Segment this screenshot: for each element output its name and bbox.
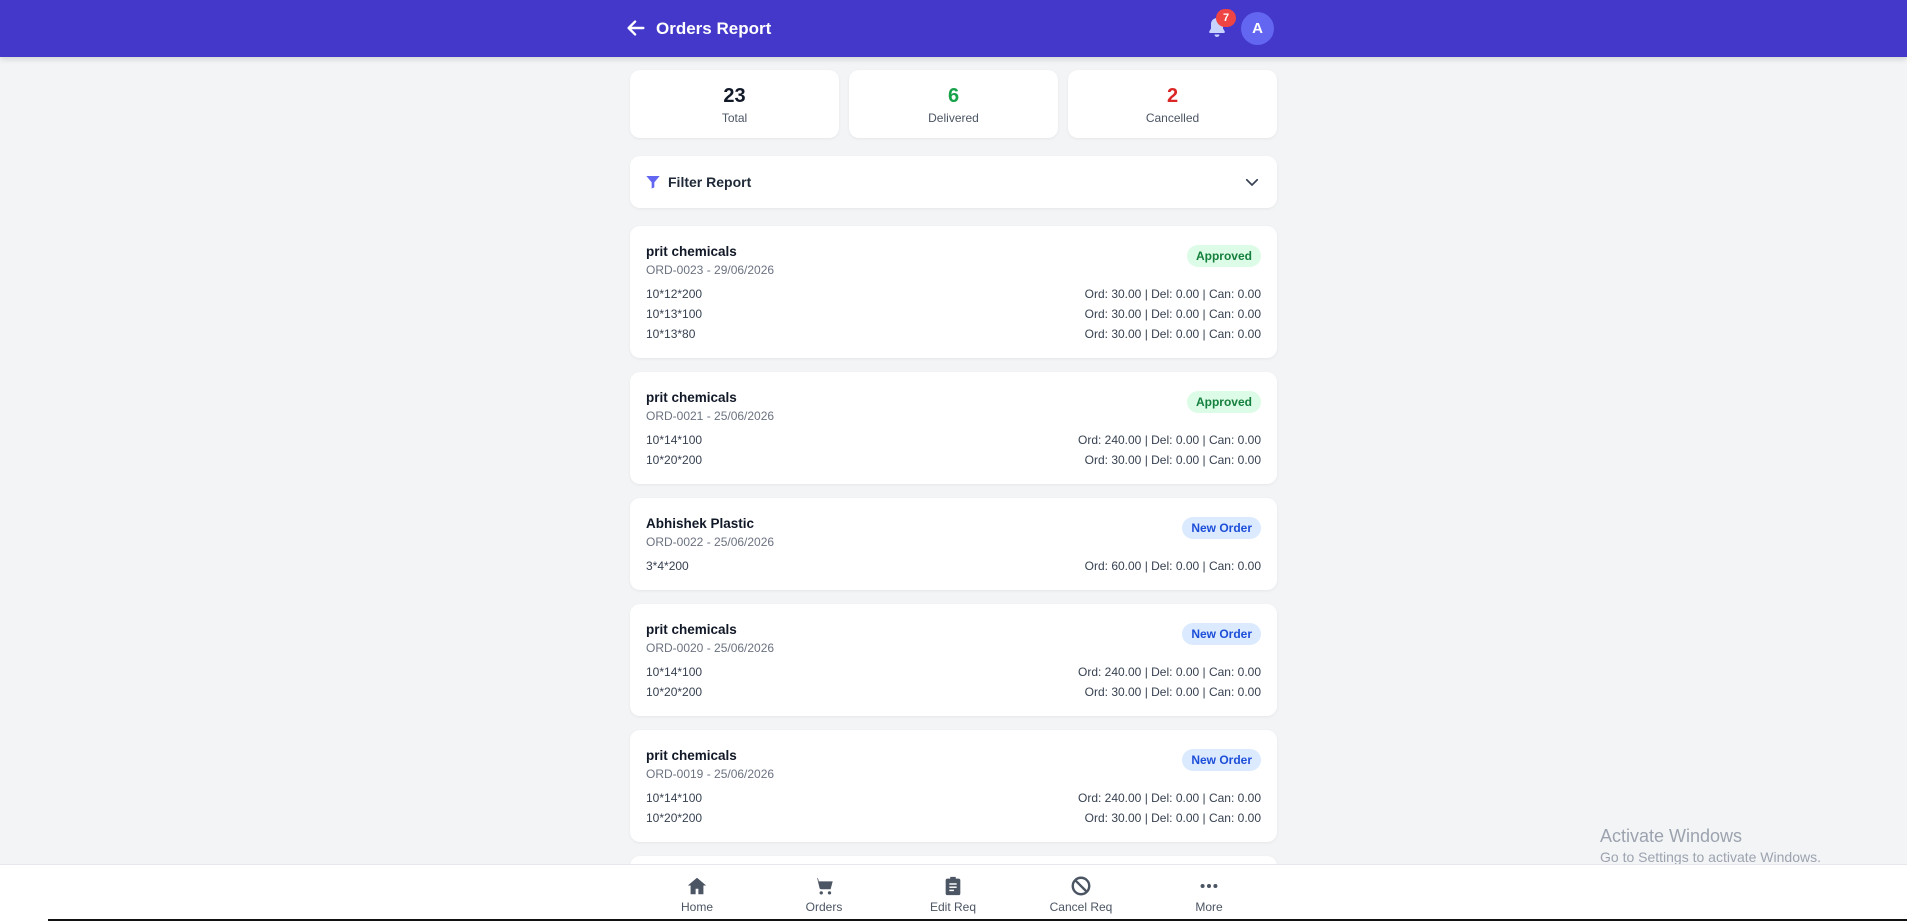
status-badge: Approved (1186, 391, 1261, 413)
item-name: 10*14*100 (646, 665, 703, 679)
order-item: 10*14*100 Ord: 240.00 | Del: 0.00 | Can:… (646, 433, 1261, 449)
home-icon (687, 877, 707, 895)
item-quantities: Ord: 30.00 | Del: 0.00 | Can: 0.00 (1084, 287, 1261, 301)
order-item: 10*14*100 Ord: 240.00 | Del: 0.00 | Can:… (646, 791, 1261, 807)
order-meta: ORD-0022 - 25/06/2026 (646, 535, 775, 549)
item-name: 10*13*80 (646, 327, 696, 341)
order-item: 10*20*200 Ord: 30.00 | Del: 0.00 | Can: … (646, 811, 1261, 827)
item-name: 10*20*200 (646, 685, 703, 699)
nav-more[interactable]: More (1164, 871, 1254, 919)
stat-value: 23 (723, 85, 746, 107)
order-meta: ORD-0019 - 25/06/2026 (646, 767, 775, 781)
item-name: 10*12*200 (646, 287, 703, 301)
nav-label: Cancel Req (1049, 900, 1113, 914)
item-name: 10*14*100 (646, 433, 703, 447)
order-card[interactable]: prit chemicals ORD-0020 - 25/06/2026 New… (630, 604, 1277, 716)
order-item: 10*12*200 Ord: 30.00 | Del: 0.00 | Can: … (646, 287, 1261, 303)
stats-row: 23 Total 6 Delivered 2 Cancelled (630, 70, 1277, 138)
nav-edit-req[interactable]: Edit Req (908, 871, 998, 919)
filter-label: Filter Report (668, 174, 752, 190)
status-badge: Approved (1186, 245, 1261, 267)
clipboard-icon (945, 876, 961, 896)
filter-report-panel[interactable]: Filter Report (630, 156, 1277, 208)
item-quantities: Ord: 30.00 | Del: 0.00 | Can: 0.00 (1084, 685, 1261, 699)
stat-delivered: 6 Delivered (849, 70, 1058, 138)
stat-label: Delivered (928, 111, 979, 125)
nav-label: Orders (805, 900, 843, 914)
more-icon (1200, 883, 1218, 889)
order-item: 10*20*200 Ord: 30.00 | Del: 0.00 | Can: … (646, 453, 1261, 469)
top-app-bar: Orders Report 7 A (0, 0, 1907, 57)
order-item: 10*14*100 Ord: 240.00 | Del: 0.00 | Can:… (646, 665, 1261, 681)
stat-value: 6 (947, 85, 960, 107)
stat-label: Total (721, 111, 748, 125)
item-quantities: Ord: 240.00 | Del: 0.00 | Can: 0.00 (1077, 665, 1261, 679)
cart-icon (813, 877, 833, 895)
order-meta: ORD-0021 - 25/06/2026 (646, 409, 775, 423)
nav-label: More (1195, 900, 1223, 914)
item-quantities: Ord: 60.00 | Del: 0.00 | Can: 0.00 (1084, 559, 1261, 573)
order-meta: ORD-0023 - 29/06/2026 (646, 263, 775, 277)
status-badge: New Order (1182, 749, 1261, 771)
customer-name: prit chemicals (646, 748, 737, 763)
order-item: 10*20*200 Ord: 30.00 | Del: 0.00 | Can: … (646, 685, 1261, 701)
item-name: 3*4*200 (646, 559, 689, 573)
page-title: Orders Report (656, 19, 772, 38)
stat-total: 23 Total (630, 70, 839, 138)
back-arrow-icon[interactable] (625, 17, 647, 39)
notification-count-badge: 7 (1216, 9, 1236, 27)
item-quantities: Ord: 30.00 | Del: 0.00 | Can: 0.00 (1084, 453, 1261, 467)
order-item: 3*4*200 Ord: 60.00 | Del: 0.00 | Can: 0.… (646, 559, 1261, 575)
customer-name: prit chemicals (646, 622, 737, 637)
nav-orders[interactable]: Orders (779, 871, 869, 919)
stat-cancelled: 2 Cancelled (1068, 70, 1277, 138)
item-quantities: Ord: 30.00 | Del: 0.00 | Can: 0.00 (1084, 811, 1261, 825)
customer-name: prit chemicals (646, 244, 737, 259)
stat-value: 2 (1166, 85, 1179, 107)
order-card[interactable]: prit chemicals ORD-0021 - 25/06/2026 App… (630, 372, 1277, 484)
order-card[interactable]: Abhishek Plastic ORD-0022 - 25/06/2026 N… (630, 498, 1277, 590)
status-badge: New Order (1182, 517, 1261, 539)
item-name: 10*20*200 (646, 453, 703, 467)
item-quantities: Ord: 30.00 | Del: 0.00 | Can: 0.00 (1084, 327, 1261, 341)
order-item: 10*13*100 Ord: 30.00 | Del: 0.00 | Can: … (646, 307, 1261, 323)
item-quantities: Ord: 240.00 | Del: 0.00 | Can: 0.00 (1077, 791, 1261, 805)
ban-icon (1071, 876, 1091, 896)
nav-label: Home (680, 900, 713, 914)
customer-name: Abhishek Plastic (646, 516, 755, 531)
bottom-navigation: Home Orders Edit Req Cancel Req More (0, 864, 1907, 921)
filter-icon (645, 174, 661, 190)
avatar[interactable]: A (1241, 12, 1274, 45)
customer-name: prit chemicals (646, 390, 737, 405)
order-card[interactable]: prit chemicals ORD-0023 - 29/06/2026 App… (630, 226, 1277, 358)
status-badge: New Order (1182, 623, 1261, 645)
nav-home[interactable]: Home (652, 871, 742, 919)
nav-label: Edit Req (929, 900, 977, 914)
order-card[interactable]: prit chemicals ORD-0019 - 25/06/2026 New… (630, 730, 1277, 842)
item-name: 10*13*100 (646, 307, 703, 321)
watermark-title: Activate Windows (1600, 826, 1743, 846)
item-name: 10*14*100 (646, 791, 703, 805)
order-item: 10*13*80 Ord: 30.00 | Del: 0.00 | Can: 0… (646, 327, 1261, 343)
item-quantities: Ord: 30.00 | Del: 0.00 | Can: 0.00 (1084, 307, 1261, 321)
chevron-down-icon[interactable] (1243, 173, 1261, 191)
order-meta: ORD-0020 - 25/06/2026 (646, 641, 775, 655)
stat-label: Cancelled (1145, 111, 1200, 125)
windows-activation-watermark: Activate Windows Go to Settings to activ… (1600, 826, 1821, 865)
item-quantities: Ord: 240.00 | Del: 0.00 | Can: 0.00 (1077, 433, 1261, 447)
item-name: 10*20*200 (646, 811, 703, 825)
watermark-subtitle: Go to Settings to activate Windows. (1600, 849, 1821, 865)
nav-cancel-req[interactable]: Cancel Req (1036, 871, 1126, 919)
